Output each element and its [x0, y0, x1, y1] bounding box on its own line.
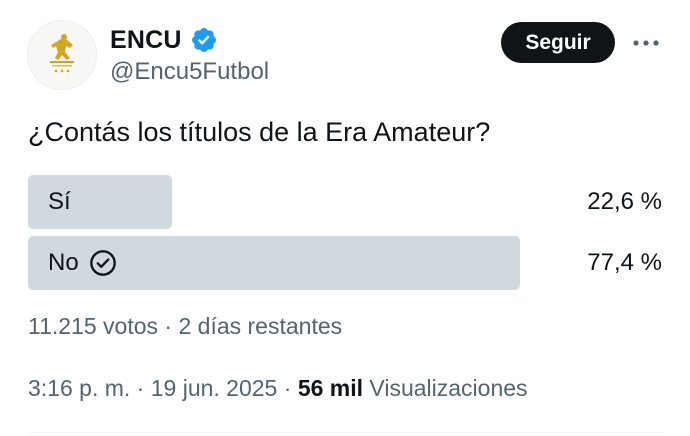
poll-option-text: No [48, 249, 79, 276]
tweet: ENCU @Encu5Futbol Seguir ¿Contás los tít… [0, 0, 690, 436]
avatar[interactable] [27, 20, 97, 90]
check-circle-icon [89, 250, 116, 276]
more-horizontal-icon [633, 40, 659, 46]
follow-button[interactable]: Seguir [501, 22, 615, 63]
divider [28, 432, 664, 433]
poll-option-label: Sí [48, 175, 71, 229]
poll-time-remaining: 2 días restantes [178, 313, 343, 339]
verified-badge-icon[interactable] [190, 26, 218, 54]
poll-option-percent: 77,4 % [587, 249, 662, 276]
golden-player-crest-icon [50, 34, 74, 73]
tweet-time[interactable]: 3:16 p. m. [28, 375, 130, 401]
poll-option-text: Sí [48, 188, 71, 215]
poll-option-si: Sí 22,6 % [28, 175, 664, 229]
author-name-row: ENCU [110, 22, 218, 58]
tweet-date[interactable]: 19 jun. 2025 [151, 375, 278, 401]
poll-option-no: No 77,4 % [28, 236, 664, 290]
views-count[interactable]: 56 mil [298, 375, 363, 401]
author-display-name[interactable]: ENCU [110, 26, 182, 55]
poll-option-label: No [48, 236, 117, 290]
separator: · [283, 375, 292, 401]
poll-meta: 11.215 votos · 2 días restantes [28, 313, 342, 340]
views-label[interactable]: Visualizaciones [369, 375, 527, 401]
poll-option-percent: 22,6 % [587, 188, 662, 215]
tweet-timestamp-row: 3:16 p. m. · 19 jun. 2025 · 56 mil Visua… [28, 375, 528, 402]
tweet-text: ¿Contás los títulos de la Era Amateur? [28, 117, 491, 147]
separator: · [164, 313, 173, 339]
more-options-button[interactable] [624, 30, 668, 56]
separator: · [136, 375, 145, 401]
author-handle[interactable]: @Encu5Futbol [110, 58, 269, 86]
poll-votes-count: 11.215 votos [28, 313, 159, 339]
